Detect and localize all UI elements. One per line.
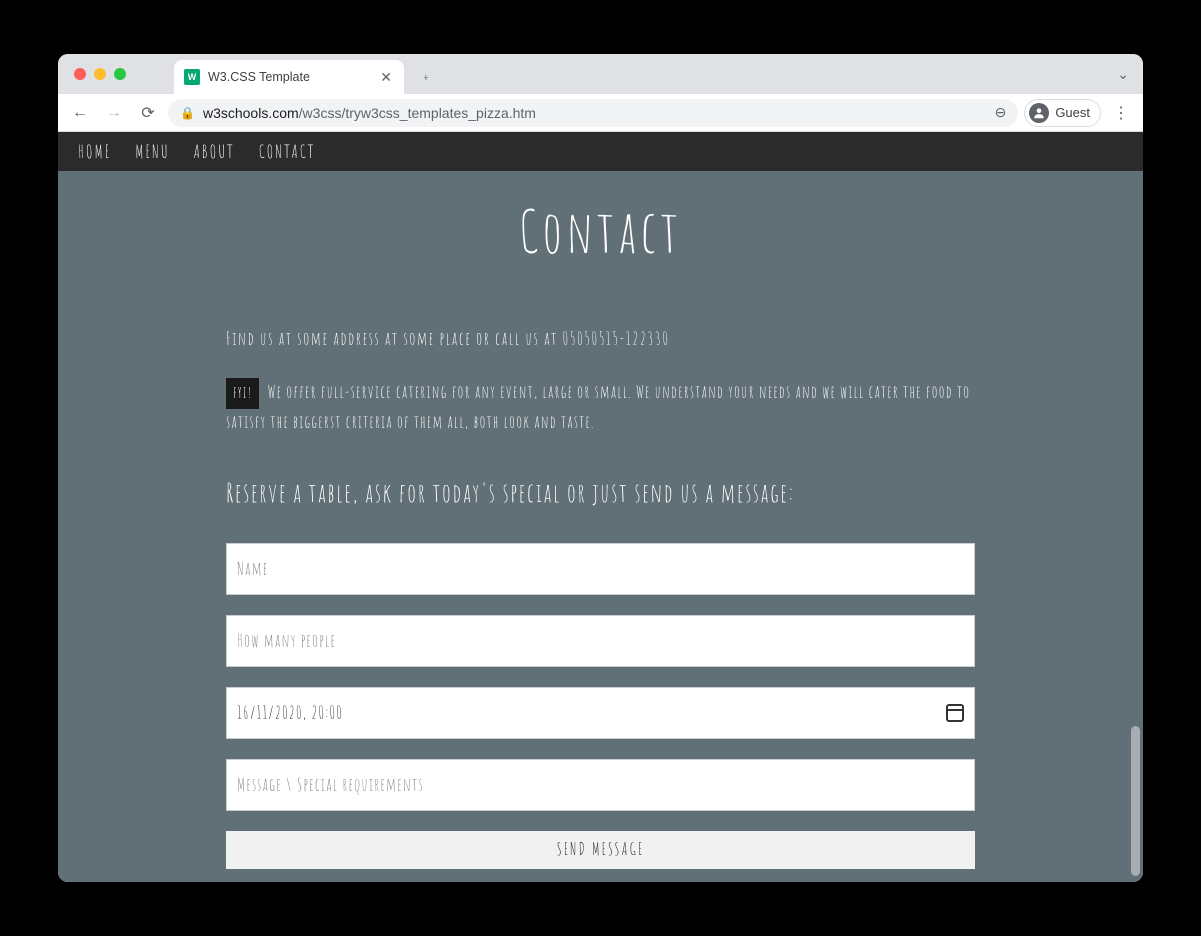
name-input[interactable] xyxy=(237,544,964,594)
tabs-overflow-icon[interactable]: ⌄ xyxy=(1117,66,1129,83)
url-path: /w3css/tryw3css_templates_pizza.htm xyxy=(299,105,536,121)
url-field[interactable]: 🔒 w3schools.com/w3css/tryw3css_templates… xyxy=(168,99,1018,127)
url-text: w3schools.com/w3css/tryw3css_templates_p… xyxy=(203,105,536,121)
lock-icon: 🔒 xyxy=(180,106,195,120)
zoom-icon[interactable]: ⊖ xyxy=(995,104,1007,121)
browser-tab[interactable]: W W3.CSS Template ✕ xyxy=(174,60,404,94)
window-controls xyxy=(70,54,134,94)
profile-label: Guest xyxy=(1055,105,1090,120)
back-button[interactable]: ← xyxy=(66,99,94,127)
calendar-icon[interactable] xyxy=(946,704,964,722)
browser-window: W W3.CSS Template ✕ + ⌄ ← → ⟳ 🔒 w3school… xyxy=(58,54,1143,882)
address-line: Find us at some address at some place or… xyxy=(226,328,975,350)
browser-menu-button[interactable]: ⋮ xyxy=(1107,99,1135,127)
scrollbar-thumb[interactable] xyxy=(1131,726,1140,876)
tab-close-icon[interactable]: ✕ xyxy=(378,69,394,86)
fyi-badge: FYI! xyxy=(226,378,259,409)
name-field[interactable] xyxy=(226,543,975,595)
url-host: w3schools.com xyxy=(203,105,299,121)
avatar-icon xyxy=(1029,103,1049,123)
scrollbar-track[interactable] xyxy=(1128,210,1143,882)
message-input[interactable] xyxy=(237,760,964,810)
nav-contact[interactable]: CONTACT xyxy=(247,133,328,171)
fyi-text: We offer full-service catering for any e… xyxy=(226,382,970,433)
fyi-paragraph: FYI! We offer full-service catering for … xyxy=(226,378,975,437)
address-bar: ← → ⟳ 🔒 w3schools.com/w3css/tryw3css_tem… xyxy=(58,94,1143,132)
tab-title: W3.CSS Template xyxy=(208,70,370,84)
maximize-window-button[interactable] xyxy=(114,68,126,80)
nav-home[interactable]: HOME xyxy=(66,133,123,171)
tab-favicon: W xyxy=(184,69,200,85)
people-input[interactable] xyxy=(237,616,964,666)
page-title: Contact xyxy=(226,195,975,268)
page-viewport: HOME MENU ABOUT CONTACT Contact Find us … xyxy=(58,132,1143,882)
datetime-field[interactable]: 16/11/2020, 20:00 xyxy=(226,687,975,739)
minimize-window-button[interactable] xyxy=(94,68,106,80)
send-message-button[interactable]: SEND MESSAGE xyxy=(226,831,975,869)
nav-about[interactable]: ABOUT xyxy=(182,133,247,171)
nav-menu[interactable]: MENU xyxy=(123,133,181,171)
profile-button[interactable]: Guest xyxy=(1024,99,1101,127)
message-field[interactable] xyxy=(226,759,975,811)
people-field[interactable] xyxy=(226,615,975,667)
reserve-heading: Reserve a table, ask for today's special… xyxy=(226,477,975,509)
new-tab-button[interactable]: + xyxy=(412,63,440,91)
contact-section: Contact Find us at some address at some … xyxy=(58,171,1143,882)
forward-button[interactable]: → xyxy=(100,99,128,127)
close-window-button[interactable] xyxy=(74,68,86,80)
site-nav: HOME MENU ABOUT CONTACT xyxy=(58,132,1143,171)
reload-button[interactable]: ⟳ xyxy=(134,99,162,127)
tab-strip: W W3.CSS Template ✕ + ⌄ xyxy=(58,54,1143,94)
datetime-value: 16/11/2020, 20:00 xyxy=(237,702,343,724)
